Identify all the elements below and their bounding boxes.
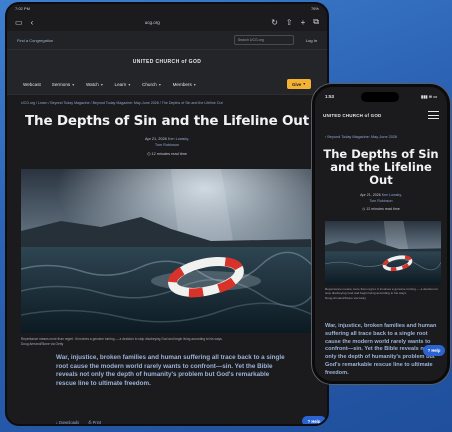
print-icon: ⎙ <box>88 420 92 425</box>
nav-item-members[interactable]: Members ▼ <box>173 82 197 87</box>
clock-icon: ◷ <box>362 207 366 211</box>
url-text: ucg.org <box>144 19 160 25</box>
nav-label: Watch <box>85 81 99 87</box>
read-time-label: 12 minutes read time <box>366 207 400 211</box>
login-link[interactable]: Log In <box>306 38 317 43</box>
author-link[interactable]: Tom Robinson <box>370 199 393 203</box>
hero-image <box>325 221 441 285</box>
hamburger-menu-icon[interactable] <box>428 111 439 119</box>
give-button[interactable]: Give ▼ <box>287 79 311 89</box>
nav-item-watch[interactable]: Watch ▼ <box>86 82 104 87</box>
site-logo[interactable]: UNITED CHURCH of GOD <box>7 50 327 74</box>
address-bar[interactable]: ucg.org <box>41 20 263 25</box>
article-date: Apr 21, 2026 <box>360 193 381 197</box>
help-button[interactable]: ? Help <box>423 345 445 356</box>
status-battery: 76% <box>310 6 319 11</box>
nav-label: Sermons <box>51 81 71 87</box>
read-time-label: 12 minutes read time <box>151 152 187 156</box>
give-label: Give <box>292 81 302 87</box>
help-label: Help <box>311 418 321 424</box>
article-lede: War, injustice, broken families and huma… <box>56 354 285 387</box>
chevron-down-icon: ▼ <box>127 82 132 87</box>
safari-toolbar: ▭ ‹ ucg.org ↻ ⇧ + ⧉ <box>7 13 327 31</box>
reload-icon[interactable]: ↻ <box>271 18 278 27</box>
read-time: ◷ 12 minutes read time <box>7 151 327 156</box>
nav-item-church[interactable]: Church ▼ <box>142 82 162 87</box>
lifebuoy-sea-image <box>21 169 317 333</box>
phone-header: UNITED CHURCH of GOD <box>315 105 447 125</box>
article-title: The Depths of Sin and the Lifeline Out <box>25 113 309 129</box>
help-label: Help <box>431 348 441 353</box>
nav-item-learn[interactable]: Learn ▼ <box>115 82 132 87</box>
print-button[interactable]: ⎙ Print <box>88 420 102 425</box>
breadcrumb[interactable]: UCG.org / Learn / Beyond Today Magazine … <box>7 95 327 105</box>
article-date: Apr 21, 2026 <box>144 137 167 141</box>
status-time: 7:02 PM <box>15 6 30 11</box>
photo-credit: Doug Armand/Stone via Getty <box>21 341 64 346</box>
hero-image <box>21 169 317 333</box>
print-label: Print <box>92 420 102 425</box>
chevron-down-icon: ▼ <box>302 82 306 86</box>
article-meta: Apr 21, 2026 Ken Lowsky, Tom Robinson <box>7 137 327 148</box>
downloads-label: Downloads <box>58 420 80 425</box>
tablet-status-bar: 7:02 PM 76% <box>7 4 327 13</box>
back-icon[interactable]: ‹ <box>31 18 34 27</box>
help-button[interactable]: ? Help <box>302 416 326 424</box>
tabs-icon[interactable]: ⧉ <box>313 17 319 27</box>
image-caption: Repentance means more than regret. It in… <box>325 287 443 300</box>
author-link[interactable]: Ken Lowsky, <box>382 193 402 197</box>
nav-label: Members <box>172 81 192 87</box>
help-icon: ? <box>427 348 431 353</box>
phone-device: 1:53 ▮▮▮ ≋ ▭ UNITED CHURCH of GOD ‹ Beyo… <box>312 84 450 384</box>
downloads-button[interactable]: ⤓ Downloads <box>56 420 80 425</box>
share-icon[interactable]: ⇧ <box>286 18 293 27</box>
image-caption: Repentance means more than regret. It in… <box>21 337 321 346</box>
nav-item-sermons[interactable]: Sermons ▼ <box>52 82 75 87</box>
author-link[interactable]: Tom Robinson <box>155 143 179 147</box>
site-logo[interactable]: UNITED CHURCH of GOD <box>323 113 382 118</box>
utility-bar: Find a Congregation Search UCG.org Log I… <box>7 31 327 50</box>
chevron-down-icon: ▼ <box>158 82 162 87</box>
caption-text: Repentance means more than regret. It in… <box>21 337 223 341</box>
help-icon: ? <box>307 418 311 424</box>
back-link[interactable]: ‹ Beyond Today Magazine: May-June 2026 <box>325 135 447 139</box>
photo-credit: Doug Armand/Stone via Getty <box>325 295 366 300</box>
download-icon: ⤓ <box>56 420 58 425</box>
sidebar-icon[interactable]: ▭ <box>15 18 23 27</box>
status-time: 1:53 <box>325 93 335 99</box>
article-title: The Depths of Sin and the Lifeline Out <box>323 147 439 187</box>
chevron-down-icon: ▼ <box>193 82 197 87</box>
nav-label: Church <box>142 81 157 87</box>
back-link-label: Beyond Today Magazine: May-June 2026 <box>327 135 398 139</box>
nav-item-webcast[interactable]: Webcast <box>23 82 41 87</box>
clock-icon: ◷ <box>147 152 151 156</box>
lifebuoy-sea-image <box>325 221 441 285</box>
tablet-device: 7:02 PM 76% ▭ ‹ ucg.org ↻ ⇧ + ⧉ Find a C… <box>5 2 329 426</box>
search-input[interactable]: Search UCG.org <box>233 35 294 45</box>
article-tools: ⤓ Downloads ⎙ Print <box>56 420 102 425</box>
new-tab-icon[interactable]: + <box>301 18 306 27</box>
author-link[interactable]: Ken Lowsky, <box>168 137 189 141</box>
nav-label: Learn <box>114 81 127 87</box>
read-time: ◷ 12 minutes read time <box>315 207 447 211</box>
chevron-down-icon: ▼ <box>71 82 75 87</box>
status-icons: ▮▮▮ ≋ ▭ <box>421 93 437 99</box>
caption-text: Repentance means more than regret. It in… <box>325 287 438 296</box>
dynamic-island <box>361 92 399 102</box>
chevron-down-icon: ▼ <box>100 82 104 87</box>
article-meta: Apr 21, 2026 Ken Lowsky, Tom Robinson <box>315 193 447 204</box>
main-nav: Webcast Sermons ▼ Watch ▼ Learn ▼ Church… <box>7 74 327 95</box>
find-congregation-link[interactable]: Find a Congregation <box>17 38 53 43</box>
